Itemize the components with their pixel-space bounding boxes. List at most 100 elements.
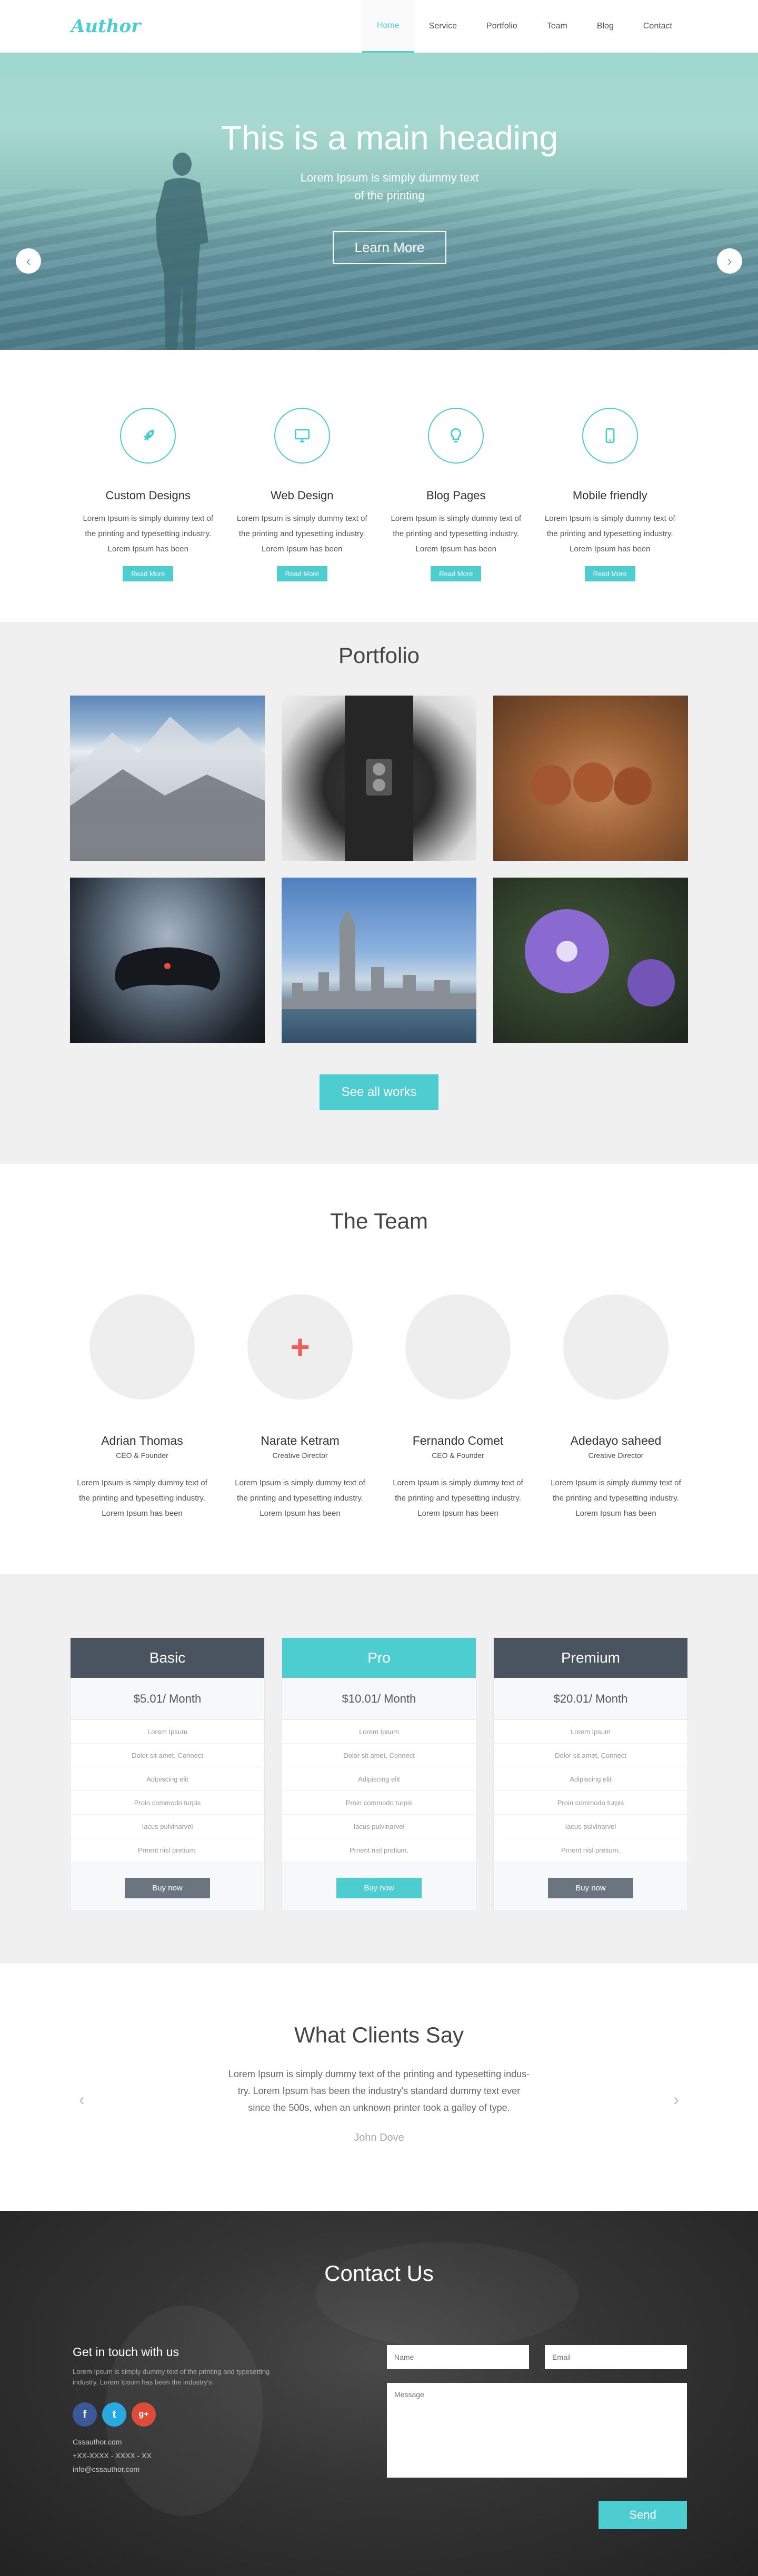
hero-subline-2: of the printing [354,189,425,202]
team-member-card: + Narate Ketram Creative Director Lorem … [221,1294,379,1521]
send-button[interactable]: Send [599,2501,687,2529]
services-section: Custom Designs Lorem Ipsum is simply dum… [0,350,758,622]
chevron-left-icon[interactable]: ‹ [79,2090,85,2109]
plan-name: Basic [71,1638,264,1678]
portfolio-item-mountains[interactable] [70,696,265,861]
list-item: Adipiscing elit [71,1767,264,1791]
list-item: Iacus pulvinarvel [494,1815,687,1838]
portfolio-item-camera[interactable] [282,696,476,861]
list-item: Prnent nisl pretium. [494,1838,687,1862]
nav-contact[interactable]: Contact [629,0,687,53]
site-logo[interactable]: Author [71,16,141,37]
service-description: Lorem Ipsum is simply dummy text of the p… [236,514,367,554]
contact-details: Cssauthor.com +XX-XXXX - XXXX - XX info@… [73,2435,304,2476]
buy-now-button[interactable]: Buy now [336,1878,422,1898]
member-bio: Lorem Ipsum is simply dummy text of the p… [235,1478,365,1518]
contact-website[interactable]: Cssauthor.com [73,2435,304,2449]
portfolio-item-nuts[interactable] [493,696,688,861]
contact-title: Contact Us [324,2261,434,2286]
portfolio-section: Portfolio See all works [0,622,758,1164]
camera-image [345,696,413,861]
portfolio-grid [0,696,758,1043]
twitter-icon[interactable]: t [102,2402,126,2427]
avatar [89,1294,195,1400]
member-name: Adrian Thomas [101,1434,183,1447]
read-more-button[interactable]: Read More [276,566,327,581]
service-description: Lorem Ipsum is simply dummy text of the p… [391,514,522,554]
pricing-section: Basic $5.01/ Month Lorem Ipsum Dolor sit… [0,1574,758,1964]
contact-email[interactable]: info@cssauthor.com [73,2462,304,2476]
avatar[interactable]: + [247,1294,353,1400]
monitor-icon [274,408,330,464]
list-item: Adipiscing elit [282,1767,476,1791]
plan-price: $10.01/ Month [282,1678,476,1720]
nav-team[interactable]: Team [532,0,582,53]
read-more-button[interactable]: Read More [123,566,174,581]
contact-info: Get in touch with us Lorem Ipsum is simp… [73,2345,304,2476]
contact-section: Contact Us Get in touch with us Lorem Ip… [0,2211,758,2576]
nav-service[interactable]: Service [414,0,472,53]
testimonial-quote: Lorem Ipsum is simply dummy text of the … [228,2069,530,2113]
hero-slider: This is a main heading Lorem Ipsum is si… [0,53,758,350]
hero-content: This is a main heading Lorem Ipsum is si… [0,118,758,264]
list-item: Dolor sit amet, Connect [71,1744,264,1767]
testimonials-title: What Clients Say [294,2022,464,2047]
member-name: Fernando Comet [412,1434,504,1447]
member-bio: Lorem Ipsum is simply dummy text of the p… [77,1478,207,1518]
portfolio-title: Portfolio [338,643,420,668]
list-item: Iacus pulvinarvel [282,1815,476,1838]
google-plus-icon[interactable]: g+ [132,2402,156,2427]
slider-next-button[interactable]: › [717,248,742,274]
avatar [405,1294,511,1400]
plan-features: Lorem Ipsum Dolor sit amet, Connect Adip… [282,1720,476,1862]
chevron-right-icon[interactable]: › [673,2090,679,2109]
buy-now-button[interactable]: Buy now [548,1878,633,1898]
hero-subline-1: Lorem Ipsum is simply dummy text [300,171,479,184]
list-item: Dolor sit amet, Connect [282,1744,476,1767]
avatar [563,1294,669,1400]
portfolio-item-city[interactable] [282,878,476,1043]
member-role: CEO & Founder [432,1451,484,1460]
city-skyline-image [282,909,476,1009]
lightbulb-icon [428,408,484,464]
email-field[interactable] [545,2345,687,2369]
portfolio-item-gamepad[interactable] [70,878,265,1043]
nav-blog[interactable]: Blog [582,0,629,53]
service-title: Web Design [271,489,334,502]
contact-heading: Get in touch with us [73,2345,179,2359]
buy-now-button[interactable]: Buy now [125,1878,210,1898]
name-field[interactable] [387,2345,529,2369]
team-title: The Team [330,1209,428,1233]
main-menu: Home Service Portfolio Team Blog Contact [362,0,687,53]
hero-heading: This is a main heading [221,119,558,157]
team-member-card: Adedayo saheed Creative Director Lorem I… [537,1294,695,1521]
mountains-image [70,717,265,861]
member-role: Creative Director [272,1451,328,1460]
list-item: Prnent nisl pretium. [282,1838,476,1862]
message-field[interactable] [387,2383,687,2478]
member-bio: Lorem Ipsum is simply dummy text of the p… [551,1478,681,1518]
service-title: Blog Pages [426,489,486,502]
rocket-icon [120,408,176,464]
member-name: Adedayo saheed [570,1434,662,1447]
plan-features: Lorem Ipsum Dolor sit amet, Connect Adip… [71,1720,264,1862]
pricing-plan-basic: Basic $5.01/ Month Lorem Ipsum Dolor sit… [70,1637,265,1911]
list-item: Proin commodo turpis [282,1791,476,1815]
service-title: Mobile friendly [572,489,647,502]
service-card: Blog Pages Lorem Ipsum is simply dummy t… [381,350,531,622]
nav-portfolio[interactable]: Portfolio [472,0,532,53]
nav-home[interactable]: Home [362,0,414,53]
see-all-works-button[interactable]: See all works [319,1074,439,1110]
portfolio-item-flower[interactable] [493,878,688,1043]
team-members: Adrian Thomas CEO & Founder Lorem Ipsum … [0,1294,758,1521]
team-member-card: Fernando Comet CEO & Founder Lorem Ipsum… [379,1294,537,1521]
pricing-plan-premium: Premium $20.01/ Month Lorem Ipsum Dolor … [493,1637,688,1911]
learn-more-button[interactable]: Learn More [332,231,447,264]
team-member-card: Adrian Thomas CEO & Founder Lorem Ipsum … [63,1294,221,1521]
nuts-image [531,762,652,805]
read-more-button[interactable]: Read More [584,566,635,581]
facebook-icon[interactable]: f [73,2402,97,2427]
slider-prev-button[interactable]: ‹ [16,248,41,274]
contact-description: Lorem Ipsum is simply dummy text of the … [73,2368,270,2386]
read-more-button[interactable]: Read More [431,566,482,581]
